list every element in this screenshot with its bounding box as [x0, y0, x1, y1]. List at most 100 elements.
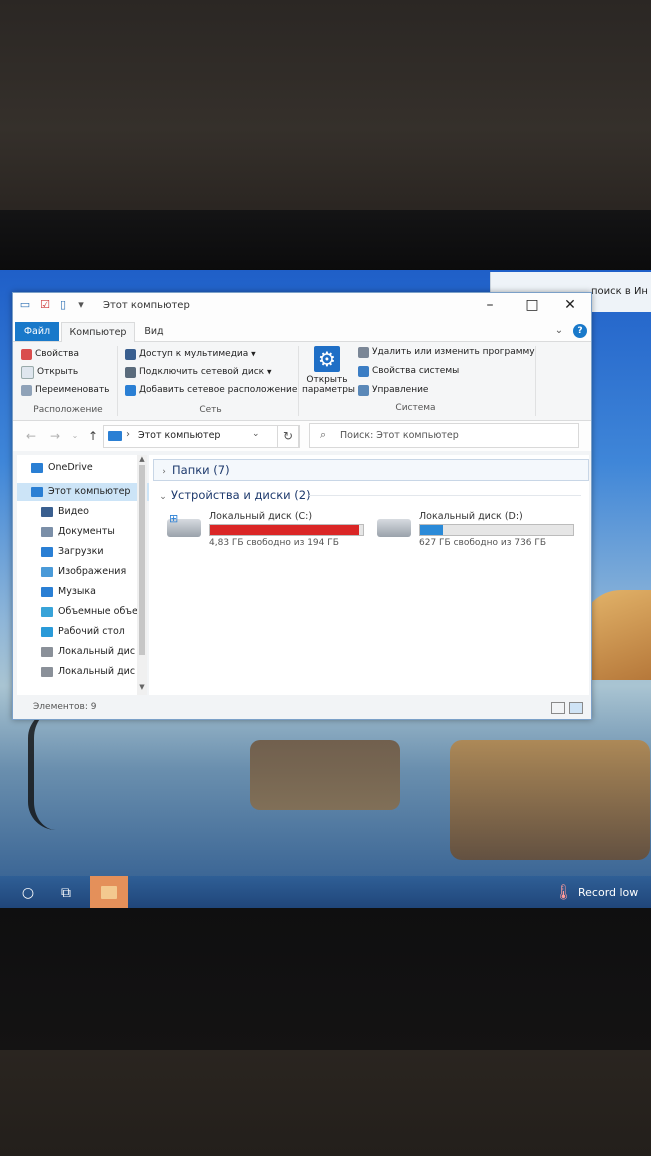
task-view-icon[interactable]: ⧉ [52, 880, 80, 906]
chevron-down-icon: ⌄ [159, 492, 167, 502]
programs-icon [358, 346, 369, 358]
title-bar: ▭ ☑ ▯ ▾ Этот компьютер – □ ✕ [13, 293, 591, 319]
uninstall-program-button[interactable]: Удалить или изменить программу [358, 344, 535, 360]
group-label-network: Сеть [199, 405, 222, 415]
nav-item-label: Локальный дис [58, 646, 136, 657]
rename-icon [21, 384, 32, 396]
ribbon-tabs: Файл Компьютер Вид ⌄ ? [13, 319, 591, 342]
cortana-search-icon[interactable]: ○ [14, 880, 42, 906]
drive-free-space: 627 ГБ свободно из 736 ГБ [419, 538, 547, 548]
monitor-bezel-top [0, 210, 651, 272]
nav-item[interactable]: Рабочий стол [17, 623, 171, 641]
ribbon-separator [298, 346, 299, 416]
gear-icon: ⚙ [314, 346, 340, 372]
drive-name: Локальный диск (C:) [209, 511, 313, 522]
cloud-icon [31, 462, 43, 473]
video-icon [41, 506, 53, 517]
windows-logo-icon: ⊞ [169, 512, 179, 525]
nav-scrollbar-thumb[interactable] [139, 465, 145, 655]
section-divider [309, 495, 581, 496]
open-button[interactable]: Открыть [21, 364, 78, 380]
taskbar-file-explorer-button[interactable] [90, 876, 128, 910]
drive-name: Локальный диск (D:) [419, 511, 523, 522]
nav-item[interactable]: Локальный дис [17, 643, 171, 661]
group-label-system: Система [395, 403, 436, 413]
quick-access-dropdown-icon[interactable]: ▾ [75, 299, 87, 311]
drive-icon [41, 646, 53, 657]
add-network-location-button[interactable]: Добавить сетевое расположение [125, 382, 297, 398]
map-network-drive-button[interactable]: Подключить сетевой диск ▾ [125, 364, 271, 380]
nav-scrollbar[interactable]: ▲ ▼ [137, 455, 147, 695]
help-icon[interactable]: ? [573, 324, 587, 338]
network-drive-icon [125, 366, 136, 378]
open-settings-button[interactable]: ⚙ Открыть параметры [302, 346, 355, 406]
nav-item[interactable]: Изображения [17, 563, 171, 581]
wallpaper-figure [28, 710, 84, 830]
computer-icon [108, 431, 122, 441]
recent-locations-icon[interactable]: ⌄ [67, 428, 83, 444]
nav-item[interactable]: Загрузки [17, 543, 171, 561]
new-folder-icon[interactable]: ▯ [57, 299, 69, 311]
nav-item-label: Документы [58, 526, 115, 537]
properties-button[interactable]: Свойства [21, 346, 79, 362]
item-count: Элементов: 9 [33, 702, 97, 712]
drive-c[interactable]: ⊞ Локальный диск (C:) 4,83 ГБ свободно и… [167, 511, 367, 551]
tab-view[interactable]: Вид [137, 322, 171, 341]
system-properties-icon [358, 365, 369, 377]
drive-usage-bar [419, 524, 574, 536]
large-icons-view-icon[interactable] [569, 702, 583, 714]
search-input[interactable]: ⌕ Поиск: Этот компьютер [309, 423, 579, 448]
nav-item[interactable]: Видео [17, 503, 171, 521]
close-button[interactable]: ✕ [555, 295, 585, 315]
nav-item[interactable]: Музыка [17, 583, 171, 601]
network-location-icon [125, 384, 136, 396]
address-field[interactable]: › Этот компьютер ⌄ [103, 425, 300, 448]
rename-button[interactable]: Переименовать [21, 382, 110, 398]
chevron-down-icon[interactable]: ⌄ [252, 429, 260, 439]
nav-item-label: Этот компьютер [48, 486, 131, 497]
drive-d[interactable]: Локальный диск (D:) 627 ГБ свободно из 7… [377, 511, 577, 551]
3d-objects-icon [41, 606, 53, 617]
chevron-right-icon[interactable]: › [126, 429, 130, 440]
refresh-button[interactable]: ↻ [277, 425, 299, 448]
nav-item-label: Рабочий стол [58, 626, 125, 637]
details-view-icon[interactable] [551, 702, 565, 714]
media-access-button[interactable]: Доступ к мультимедиа ▾ [125, 346, 256, 362]
properties-check-icon[interactable]: ☑ [39, 299, 51, 311]
tab-file[interactable]: Файл [15, 322, 59, 341]
nav-item-label: Музыка [58, 586, 96, 597]
taskbar: ○ ⧉ 🌡 Record low [0, 876, 651, 910]
scroll-up-arrow[interactable]: ▲ [137, 455, 147, 463]
drive-icon [41, 666, 53, 677]
back-arrow-icon[interactable]: ← [23, 428, 39, 444]
up-arrow-icon[interactable]: ↑ [85, 428, 101, 444]
search-icon: ⌕ [320, 428, 327, 441]
maximize-button[interactable]: □ [517, 295, 547, 315]
nav-item[interactable]: Документы [17, 523, 171, 541]
nav-item-label: Локальный дис [58, 666, 136, 677]
forward-arrow-icon[interactable]: → [47, 428, 63, 444]
minimize-button[interactable]: – [475, 295, 505, 315]
manage-button[interactable]: Управление [358, 382, 428, 398]
weather-text[interactable]: Record low [578, 886, 638, 899]
photo-background-top [0, 0, 651, 215]
tab-computer[interactable]: Компьютер [61, 322, 135, 342]
background-window-text: поиск в Ин [591, 286, 648, 297]
system-properties-button[interactable]: Свойства системы [358, 363, 459, 379]
pictures-icon [41, 566, 53, 577]
chevron-down-icon[interactable]: ⌄ [551, 323, 567, 339]
section-folders[interactable]: › Папки (7) [153, 459, 589, 481]
scroll-down-arrow[interactable]: ▼ [137, 683, 147, 691]
wallpaper-reflection [250, 740, 400, 810]
nav-item[interactable]: Объемные объе [17, 603, 171, 621]
document-icon [41, 526, 53, 537]
nav-item[interactable]: Локальный дис [17, 663, 171, 681]
download-icon [41, 546, 53, 557]
drive-usage-fill [420, 525, 443, 535]
navigation-pane: OneDrive Этот компьютер Видео Документы Загр… [17, 455, 161, 695]
content-pane: › Папки (7) ⌄ Устройства и диски (2) ⊞ Лок… [149, 455, 589, 695]
thermometer-icon[interactable]: 🌡 [554, 882, 573, 902]
drive-usage-fill [210, 525, 360, 535]
ribbon-separator [535, 346, 536, 416]
nav-item-label: Видео [58, 506, 89, 517]
